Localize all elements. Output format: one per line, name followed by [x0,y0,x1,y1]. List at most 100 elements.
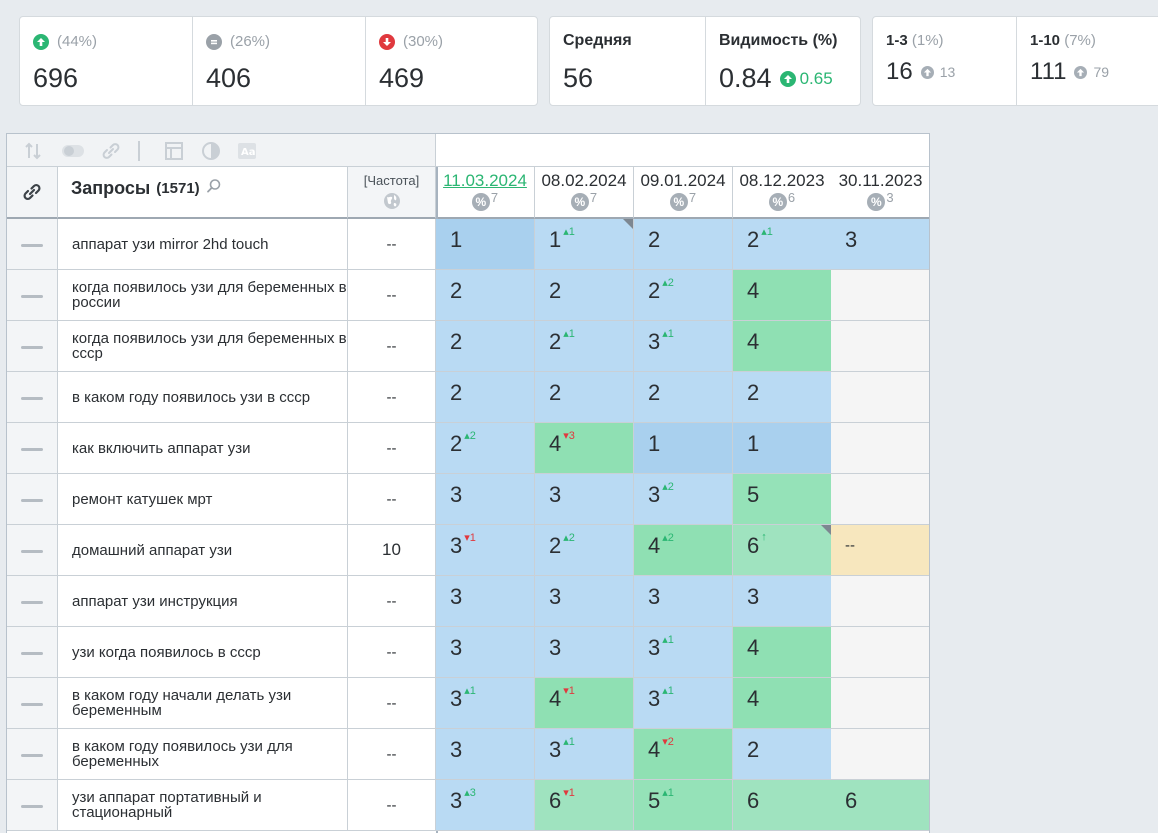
position-cell[interactable] [831,729,929,780]
position-cell[interactable]: 3 ▴3 [436,780,535,831]
position-cell[interactable]: 3 ▴1 [436,678,535,729]
percent-icon[interactable]: % [768,193,787,211]
position-cell[interactable]: 2 ▴1 [733,219,832,270]
position-cell[interactable] [831,372,929,423]
position-cell[interactable]: 2 [634,372,733,423]
position-cell[interactable]: 2 [436,372,535,423]
position-cell[interactable]: 3 ▴1 [634,627,733,678]
row-link-cell[interactable] [7,321,58,372]
position-cell[interactable]: 2 [436,270,535,321]
query-cell[interactable]: аппарат узи инструкция [58,576,348,627]
sort-icon[interactable] [23,141,43,161]
link-column-header[interactable] [7,167,58,219]
query-cell[interactable]: в каком году появилось узи в ссср [58,372,348,423]
position-cell[interactable]: 5 ▴1 [634,780,733,831]
position-cell[interactable]: -- [831,525,929,576]
row-link-cell[interactable] [7,678,58,729]
position-cell[interactable]: 3 [831,219,929,270]
position-cell[interactable]: 3 [535,627,634,678]
position-cell[interactable]: 6 [831,780,929,831]
position-cell[interactable]: 4 ▴2 [634,525,733,576]
page-corner-marker[interactable] [623,219,633,229]
date-column-header[interactable]: 09.01.2024% 7 [634,167,733,219]
position-cell[interactable] [831,576,929,627]
date-column-header[interactable]: 11.03.2024% 7 [436,167,535,219]
query-cell[interactable]: в каком году появилось узи для беременны… [58,729,348,780]
position-cell[interactable]: 3 [535,576,634,627]
position-cell[interactable]: 3 ▾1 [436,525,535,576]
row-link-cell[interactable] [7,474,58,525]
declined-positions-cell[interactable]: (30%) 469 [365,17,538,105]
query-cell[interactable]: узи когда появилось в ссср [58,627,348,678]
query-cell[interactable]: аппарат узи mirror 2hd touch [58,219,348,270]
position-cell[interactable] [831,321,929,372]
position-cell[interactable]: 4 ▾2 [634,729,733,780]
position-cell[interactable]: 2 [535,270,634,321]
position-cell[interactable]: 4 [733,627,832,678]
query-cell[interactable]: в каком году начали делать узи беременны… [58,678,348,729]
top10-cell[interactable]: 1-10 (7%) 111 79 [1016,17,1158,105]
row-link-cell[interactable] [7,219,58,270]
row-link-cell[interactable] [7,372,58,423]
toggle-icon[interactable] [61,141,85,161]
position-cell[interactable] [831,474,929,525]
row-link-cell[interactable] [7,423,58,474]
query-cell[interactable]: когда появилось узи для беременных в ссс… [58,321,348,372]
position-cell[interactable]: 3 [436,729,535,780]
query-cell[interactable]: ремонт катушек мрт [58,474,348,525]
position-cell[interactable]: 5 [733,474,832,525]
position-cell[interactable]: 4 ▾3 [535,423,634,474]
position-cell[interactable]: 1 [634,423,733,474]
position-cell[interactable]: 4 [733,270,832,321]
position-cell[interactable]: 6 ↑ [733,525,832,576]
unchanged-positions-cell[interactable]: (26%) 406 [192,17,365,105]
position-cell[interactable]: 3 [733,576,832,627]
position-cell[interactable] [831,270,929,321]
position-cell[interactable]: 2 ▴1 [535,321,634,372]
position-cell[interactable]: 3 [634,576,733,627]
date-label[interactable]: 30.11.2023 [831,171,929,191]
link-chain-icon[interactable] [101,141,121,161]
position-cell[interactable]: 6 ▾1 [535,780,634,831]
position-cell[interactable]: 1 [733,423,832,474]
table-view-icon[interactable] [164,141,184,161]
top3-cell[interactable]: 1-3 (1%) 16 13 [873,17,1016,105]
date-column-header[interactable]: 08.02.2024% 7 [535,167,634,219]
position-cell[interactable]: 3 ▴2 [634,474,733,525]
position-cell[interactable]: 4 [733,321,832,372]
position-cell[interactable]: 3 ▴1 [634,321,733,372]
position-cell[interactable]: 3 ▴1 [535,729,634,780]
row-link-cell[interactable] [7,627,58,678]
globe-icon[interactable] [383,192,401,213]
position-cell[interactable]: 3 [436,576,535,627]
position-cell[interactable]: 2 [733,729,832,780]
row-link-cell[interactable] [7,525,58,576]
date-column-header[interactable]: 08.12.2023% 6 [733,167,832,219]
position-cell[interactable]: 2 [436,321,535,372]
position-cell[interactable] [831,627,929,678]
position-cell[interactable]: 2 ▴2 [436,423,535,474]
percent-icon[interactable]: % [669,193,688,211]
date-label[interactable]: 11.03.2024 [436,171,534,191]
query-column-header[interactable]: Запросы (1571) [58,167,348,219]
position-cell[interactable]: 2 [733,372,832,423]
query-cell[interactable]: домашний аппарат узи [58,525,348,576]
page-corner-marker[interactable] [821,525,831,535]
position-cell[interactable]: 2 ▴2 [535,525,634,576]
position-cell[interactable]: 3 [535,474,634,525]
search-icon[interactable] [206,178,222,199]
date-label[interactable]: 08.12.2023 [733,171,831,191]
position-cell[interactable]: 2 [535,372,634,423]
row-link-cell[interactable] [7,576,58,627]
frequency-column-header[interactable]: [Частота] [348,167,436,219]
text-format-icon[interactable]: Aa [237,141,257,161]
position-cell[interactable]: 3 [436,627,535,678]
position-cell[interactable]: 3 [436,474,535,525]
position-cell[interactable]: 6 [733,780,832,831]
position-cell[interactable]: 4 [733,678,832,729]
position-cell[interactable]: 1 [436,219,535,270]
percent-icon[interactable]: % [570,193,589,211]
query-cell[interactable]: узи аппарат портативный и стационарный [58,780,348,831]
position-cell[interactable] [831,678,929,729]
query-cell[interactable]: когда появилось узи для беременных в рос… [58,270,348,321]
